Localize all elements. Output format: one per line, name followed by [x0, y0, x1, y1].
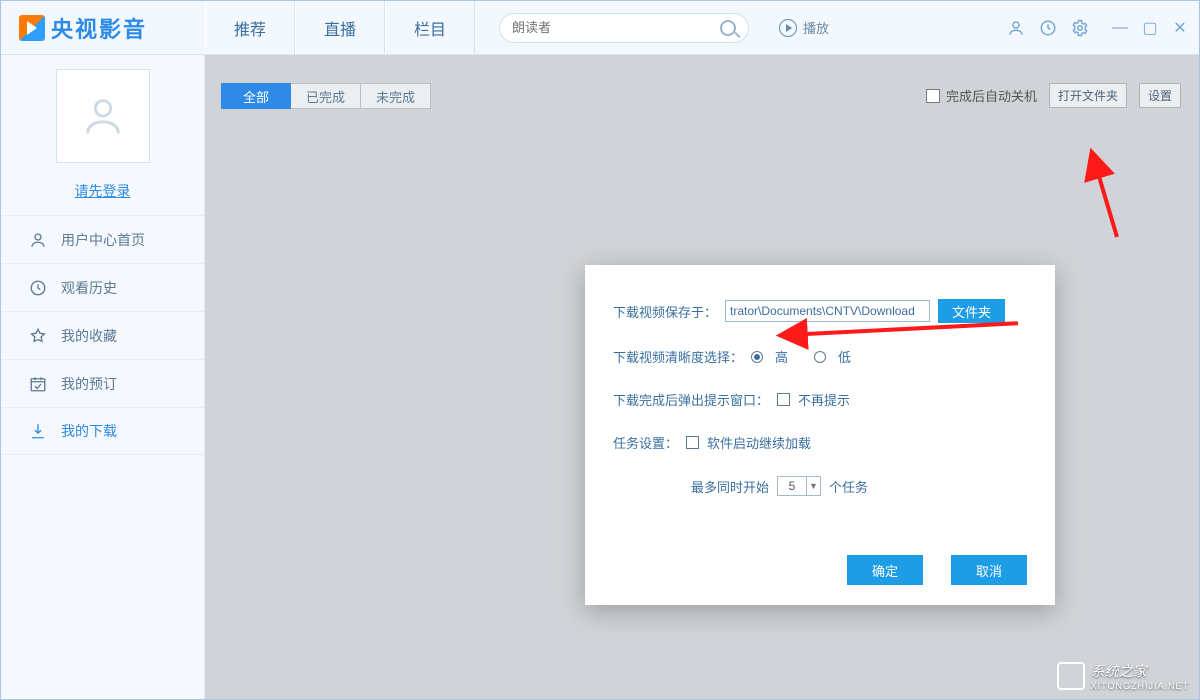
- avatar[interactable]: [56, 69, 150, 163]
- history-icon: [29, 279, 47, 297]
- login-link[interactable]: 请先登录: [75, 181, 131, 201]
- tab-recommend[interactable]: 推荐: [205, 1, 295, 54]
- sidebar-item-history[interactable]: 观看历史: [1, 263, 204, 311]
- filter-tabs: 全部 已完成 未完成: [221, 83, 431, 109]
- brand-logo-icon: [19, 15, 45, 41]
- checkbox-icon: [926, 89, 940, 103]
- radio-high-label: 高: [775, 347, 788, 366]
- open-folder-button[interactable]: 打开文件夹: [1049, 83, 1127, 108]
- brand: 央视影音: [1, 1, 205, 54]
- sidebar-item-reservations[interactable]: 我的预订: [1, 359, 204, 407]
- minimize-button[interactable]: —: [1111, 18, 1129, 38]
- download-settings-dialog: 下载视频保存于： 文件夹 下载视频清晰度选择： 高 低 下载完成后弹出提示窗口：…: [585, 265, 1055, 605]
- gear-icon[interactable]: [1071, 19, 1089, 37]
- sidebar: 请先登录 用户中心首页 观看历史 我的收藏 我的预订 我的下载: [1, 55, 205, 699]
- row-save-path: 下载视频保存于： 文件夹: [613, 299, 1027, 323]
- watermark-sub: XITONGZHIJIA.NET: [1091, 681, 1189, 691]
- checkbox-resume-on-start[interactable]: [686, 436, 699, 449]
- quality-label: 下载视频清晰度选择：: [613, 347, 743, 366]
- max-concurrent-value[interactable]: [778, 477, 806, 495]
- row-quality: 下载视频清晰度选择： 高 低: [613, 347, 1027, 366]
- user-icon: [29, 231, 47, 249]
- top-right-tools: — ▢ ✕: [1007, 1, 1199, 54]
- radio-low[interactable]: [814, 351, 826, 363]
- max-label-post: 个任务: [829, 477, 868, 496]
- radio-high[interactable]: [751, 351, 763, 363]
- chevron-down-icon[interactable]: ▼: [806, 477, 820, 495]
- top-tabs: 推荐 直播 栏目: [205, 1, 475, 54]
- sidebar-item-label: 我的收藏: [61, 326, 117, 346]
- close-button[interactable]: ✕: [1171, 18, 1189, 38]
- checkbox-no-popup[interactable]: [777, 393, 790, 406]
- search-box[interactable]: [499, 13, 749, 43]
- row-max-concurrent: 最多同时开始 ▼ 个任务: [613, 476, 1027, 496]
- calendar-check-icon: [29, 375, 47, 393]
- maximize-button[interactable]: ▢: [1141, 18, 1159, 38]
- sidebar-item-label: 我的下载: [61, 421, 117, 441]
- avatar-placeholder-icon: [80, 93, 126, 139]
- ok-button[interactable]: 确定: [847, 555, 923, 585]
- filter-all[interactable]: 全部: [221, 83, 291, 109]
- row-task: 任务设置： 软件启动继续加载: [613, 433, 1027, 452]
- watermark: 系统之家 XITONGZHIJIA.NET: [1057, 661, 1189, 691]
- max-label-pre: 最多同时开始: [691, 477, 769, 496]
- history-top-icon[interactable]: [1039, 19, 1057, 37]
- sidebar-item-favorites[interactable]: 我的收藏: [1, 311, 204, 359]
- radio-low-label: 低: [838, 347, 851, 366]
- play-icon: [779, 19, 797, 37]
- watermark-logo-icon: [1057, 662, 1085, 690]
- save-path-label: 下载视频保存于：: [613, 302, 717, 321]
- window-controls: — ▢ ✕: [1111, 18, 1189, 38]
- top-bar: 央视影音 推荐 直播 栏目 播放 — ▢ ✕: [1, 1, 1199, 55]
- dialog-actions: 确定 取消: [613, 555, 1027, 585]
- tab-column[interactable]: 栏目: [385, 1, 475, 54]
- sidebar-item-downloads[interactable]: 我的下载: [1, 407, 204, 455]
- sidebar-item-label: 用户中心首页: [61, 230, 145, 250]
- avatar-box: 请先登录: [1, 55, 204, 215]
- watermark-title: 系统之家: [1091, 663, 1147, 679]
- sidebar-item-label: 我的预订: [61, 374, 117, 394]
- tab-live[interactable]: 直播: [295, 1, 385, 54]
- row-popup: 下载完成后弹出提示窗口： 不再提示: [613, 390, 1027, 409]
- max-concurrent-select[interactable]: ▼: [777, 476, 821, 496]
- auto-shutdown-label: 完成后自动关机: [946, 86, 1037, 105]
- play-button[interactable]: 播放: [779, 1, 829, 54]
- main-panel: 全部 已完成 未完成 完成后自动关机 打开文件夹 设置 • • • • 哦 ！ …: [205, 55, 1199, 699]
- annotation-arrow-icon: [1087, 157, 1127, 250]
- play-label: 播放: [803, 18, 829, 37]
- right-tools: 完成后自动关机 打开文件夹 设置: [926, 83, 1181, 108]
- cancel-button[interactable]: 取消: [951, 555, 1027, 585]
- sidebar-item-home[interactable]: 用户中心首页: [1, 215, 204, 263]
- settings-button[interactable]: 设置: [1139, 83, 1181, 108]
- task-label: 任务设置：: [613, 433, 678, 452]
- star-icon: [29, 327, 47, 345]
- search-icon[interactable]: [720, 20, 736, 36]
- save-path-input[interactable]: [725, 300, 930, 322]
- brand-name: 央视影音: [51, 12, 147, 44]
- download-icon: [29, 422, 47, 440]
- choose-folder-button[interactable]: 文件夹: [938, 299, 1005, 323]
- task-option-label: 软件启动继续加载: [707, 433, 811, 452]
- popup-label: 下载完成后弹出提示窗口：: [613, 390, 769, 409]
- sidebar-item-label: 观看历史: [61, 278, 117, 298]
- popup-option-label: 不再提示: [798, 390, 850, 409]
- search-input[interactable]: [512, 20, 720, 35]
- filter-completed[interactable]: 已完成: [291, 83, 361, 109]
- filter-pending[interactable]: 未完成: [361, 83, 431, 109]
- app-body: 请先登录 用户中心首页 观看历史 我的收藏 我的预订 我的下载: [1, 55, 1199, 699]
- user-icon[interactable]: [1007, 19, 1025, 37]
- auto-shutdown-checkbox[interactable]: 完成后自动关机: [926, 86, 1037, 105]
- app-window: 央视影音 推荐 直播 栏目 播放 — ▢ ✕: [0, 0, 1200, 700]
